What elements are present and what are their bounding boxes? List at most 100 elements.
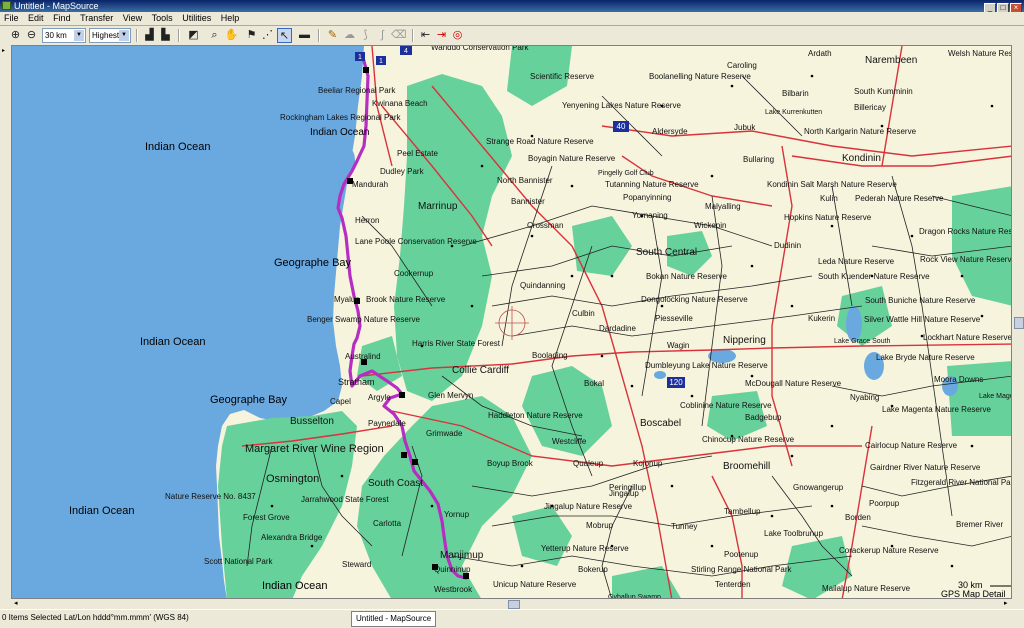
place-label: Westcliffe — [552, 437, 587, 446]
town-dot — [610, 274, 614, 278]
town-dot — [530, 234, 534, 238]
insert-icon[interactable]: ☁ — [342, 28, 357, 43]
town-dot — [270, 504, 274, 508]
menu-file[interactable]: File — [4, 13, 19, 23]
town-dot — [980, 314, 984, 318]
town-dot — [970, 444, 974, 448]
mapsource-icon — [2, 1, 11, 10]
map-detail-select[interactable]: Highest ▼ — [89, 28, 131, 43]
place-label: South Coast — [368, 478, 423, 489]
chevron-right-icon[interactable]: ▸ — [1004, 599, 1008, 607]
map-sets-icon[interactable]: ▙ — [158, 28, 173, 43]
place-label: Billericay — [854, 103, 886, 112]
zoom-in-icon[interactable]: ⊕ — [8, 28, 23, 43]
place-label: Rock View Nature Reserve — [920, 255, 1012, 264]
distance-tool-icon[interactable]: ▬ — [297, 28, 312, 43]
join-icon[interactable]: ∫ — [375, 28, 390, 43]
divide-icon[interactable]: ⟆ — [358, 28, 373, 43]
send-to-device-icon[interactable]: ⇥ — [434, 28, 449, 43]
place-label: Harris River State Forest — [412, 339, 501, 348]
place-label: Lake Bryde Nature Reserve — [876, 353, 975, 362]
place-label: Ardath — [808, 49, 832, 58]
place-label: Kwinana Beach — [372, 99, 428, 108]
place-label: Tambellup — [724, 507, 761, 516]
place-label: McDougall Nature Reserve — [745, 379, 842, 388]
horizontal-scrollbar[interactable]: ◂ ▸ — [0, 599, 1024, 609]
place-label: Bremer River — [956, 520, 1003, 529]
place-label: Qualeup — [573, 459, 604, 468]
place-label: Boyup Brook — [487, 459, 534, 468]
town-dot — [630, 384, 634, 388]
place-label: Nippering — [723, 335, 766, 346]
map-products-icon[interactable]: ▟ — [142, 28, 157, 43]
place-label: Brook Nature Reserve — [366, 295, 446, 304]
map-view[interactable]: 1 1 4 40 120 Indian Ocean Indian Ocean I… — [11, 45, 1012, 599]
place-label: Gairdner River Nature Reserve — [870, 463, 981, 472]
place-label: Bannister — [511, 197, 545, 206]
place-label: Haddleton Nature Reserve — [488, 411, 583, 420]
chevron-right-icon[interactable]: ▸ — [2, 47, 5, 54]
town-dot — [750, 264, 754, 268]
place-label: Grimwade — [426, 429, 463, 438]
place-label: Capel — [330, 397, 351, 406]
highway-shield-1: 1 — [376, 56, 386, 65]
svg-text:120: 120 — [669, 378, 683, 387]
track-tool-icon[interactable]: ✎ — [325, 28, 340, 43]
selection-tool-icon[interactable]: ↖ — [277, 28, 292, 43]
menu-view[interactable]: View — [123, 13, 142, 23]
menu-edit[interactable]: Edit — [28, 13, 44, 23]
place-label: Leda Nature Reserve — [818, 257, 895, 266]
town-dot — [790, 454, 794, 458]
place-label: North Bannister — [497, 176, 553, 185]
place-label: Forest Grove — [243, 513, 290, 522]
chevron-left-icon[interactable]: ◂ — [14, 599, 18, 607]
place-label: Busselton — [290, 416, 334, 427]
place-label: Alexandra Bridge — [261, 533, 323, 542]
menu-utilities[interactable]: Utilities — [182, 13, 211, 23]
menu-find[interactable]: Find — [53, 13, 71, 23]
place-label: Stratham — [338, 377, 375, 387]
town-dot — [830, 504, 834, 508]
title-bar: Untitled - MapSource _ □ × — [0, 0, 1024, 13]
receive-from-device-icon[interactable]: ⇤ — [418, 28, 433, 43]
place-label: Boyagin Nature Reserve — [528, 154, 616, 163]
place-label: Chinocup Nature Reserve — [702, 435, 795, 444]
taskbar-item[interactable]: Untitled - MapSource — [351, 611, 437, 627]
town-dot — [810, 74, 814, 78]
place-label: Pingelly Golf Club — [598, 170, 654, 177]
realtime-tracking-icon[interactable]: ◎ — [450, 28, 465, 43]
hand-tool-icon[interactable]: ✋ — [224, 28, 239, 43]
place-label: Jingalup Nature Reserve — [544, 502, 633, 511]
scrollbar-thumb[interactable] — [1014, 317, 1024, 329]
zoom-level-value: 30 km — [45, 31, 67, 40]
vertical-scrollbar[interactable] — [1012, 45, 1024, 601]
zoom-tool-icon[interactable]: ⌕ — [207, 28, 222, 43]
place-label: Dudley Park — [380, 167, 425, 176]
place-label: Scientific Reserve — [530, 72, 595, 81]
place-label: Bokal — [584, 379, 604, 388]
place-label: South Central — [636, 247, 697, 258]
place-label: Tunney — [671, 522, 697, 531]
town-dot — [910, 234, 914, 238]
zoom-level-select[interactable]: 30 km ▼ — [42, 28, 86, 43]
place-label: Dudinin — [774, 241, 801, 250]
place-label: Dragon Rocks Nature Reserve — [919, 227, 1012, 236]
place-label: Cairlocup Nature Reserve — [865, 441, 958, 450]
select-map-icon[interactable]: ◩ — [186, 28, 201, 43]
town-dot — [710, 544, 714, 548]
waypoint-tool-icon[interactable]: ⚑ — [244, 28, 259, 43]
erase-icon[interactable]: ⌫ — [391, 28, 407, 43]
menu-help[interactable]: Help — [221, 13, 240, 23]
town-dot — [570, 184, 574, 188]
window-title: Untitled - MapSource — [14, 1, 99, 11]
place-label: Bokerup — [578, 565, 608, 574]
scrollbar-thumb[interactable] — [508, 600, 520, 609]
highway-shield-1: 1 — [355, 52, 365, 61]
menu-tools[interactable]: Tools — [152, 13, 173, 23]
place-label: Kojonup — [633, 459, 663, 468]
route-tool-icon[interactable]: ⋰ — [260, 28, 275, 43]
zoom-out-icon[interactable]: ⊖ — [24, 28, 39, 43]
place-label: Aldersyde — [652, 127, 688, 136]
menu-transfer[interactable]: Transfer — [80, 13, 113, 23]
place-label: Beeliar Regional Park — [318, 86, 396, 95]
